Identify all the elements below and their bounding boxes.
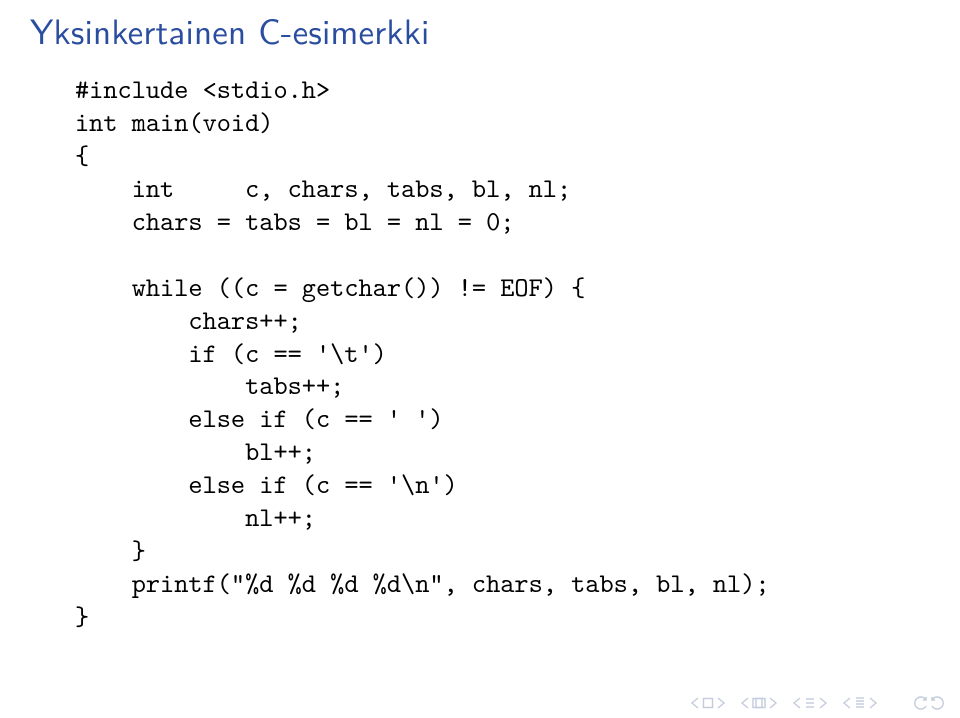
nav-prev-frame-icon xyxy=(740,697,750,709)
nav-doc-group[interactable] xyxy=(842,696,878,710)
slide-title: Yksinkertainen C-esimerkki xyxy=(30,0,930,73)
code-line: tabs++; xyxy=(75,367,344,403)
code-line: int main(void) xyxy=(75,104,273,140)
nav-prev-section-icon xyxy=(792,697,802,709)
code-line: } xyxy=(75,598,89,634)
nav-next-slide-icon xyxy=(716,697,726,709)
code-line: printf("%d %d %d %d\n", chars, tabs, bl,… xyxy=(75,565,770,601)
nav-next-section-icon xyxy=(818,697,828,709)
nav-back-forward[interactable] xyxy=(912,696,946,710)
code-line: if (c == '\t') xyxy=(75,335,387,371)
nav-section-group[interactable] xyxy=(792,696,828,710)
code-line: bl++; xyxy=(75,433,316,469)
code-line: chars++; xyxy=(75,302,302,338)
slide: Yksinkertainen C-esimerkki #include <std… xyxy=(0,0,960,718)
nav-frame-group[interactable] xyxy=(740,697,778,709)
nav-prev-slide-icon xyxy=(690,697,700,709)
nav-prev-doc-icon xyxy=(842,697,852,709)
nav-slide-group[interactable] xyxy=(690,697,726,709)
nav-back-icon xyxy=(912,696,928,710)
nav-forward-icon xyxy=(930,696,946,710)
nav-slide-icon xyxy=(702,697,714,709)
code-line: nl++; xyxy=(75,499,316,535)
code-line: int c, chars, tabs, bl, nl; xyxy=(75,170,571,206)
nav-next-frame-icon xyxy=(768,697,778,709)
nav-frame-icon xyxy=(752,697,766,709)
code-line: #include <stdio.h> xyxy=(75,71,330,107)
code-line: while ((c = getchar()) != EOF) { xyxy=(75,269,585,305)
code-line: else if (c == '\n') xyxy=(75,466,458,502)
code-line: chars = tabs = bl = nl = 0; xyxy=(75,203,514,239)
code-line: else if (c == ' ') xyxy=(75,400,444,436)
code-block: #include <stdio.h> int main(void) { int … xyxy=(75,73,930,633)
beamer-navbar xyxy=(690,696,946,710)
code-line: } xyxy=(75,532,146,568)
code-line: { xyxy=(75,137,89,173)
nav-next-doc-icon xyxy=(868,697,878,709)
nav-section-icon xyxy=(804,696,816,710)
nav-doc-icon xyxy=(854,696,866,710)
